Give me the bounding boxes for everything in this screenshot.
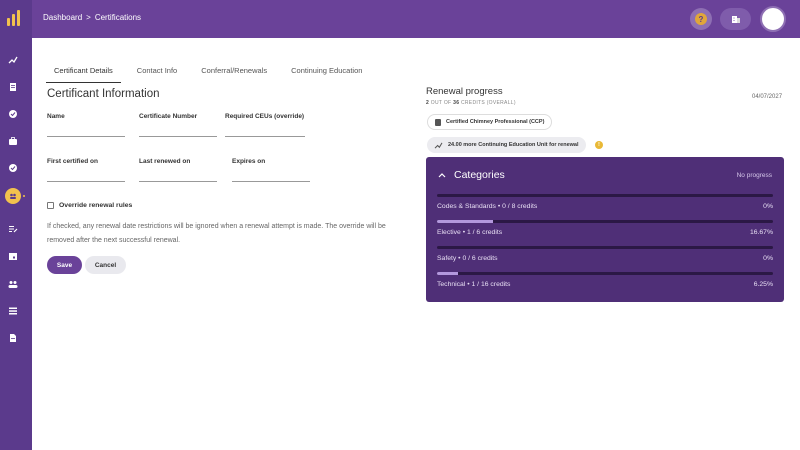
building-icon	[731, 16, 740, 23]
briefcase-icon[interactable]	[5, 133, 21, 149]
progress-track	[437, 246, 773, 249]
category-label: Safety • 0 / 6 credits	[437, 255, 498, 262]
expires-label: Expires on	[232, 158, 266, 165]
organization-button[interactable]	[720, 8, 751, 30]
category-label: Elective • 1 / 6 credits	[437, 229, 503, 236]
certificate-number-field[interactable]: Certificate Number	[139, 113, 217, 137]
progress-fill	[437, 220, 493, 223]
top-bar: Dashboard > Certifications ?	[32, 0, 800, 38]
breadcrumb-dashboard[interactable]: Dashboard	[43, 13, 82, 22]
tab-continuing-education[interactable]: Continuing Education	[283, 64, 370, 83]
cancel-button[interactable]: Cancel	[85, 256, 126, 274]
last-renewed-field[interactable]: Last renewed on	[139, 158, 217, 182]
tab-contact-info[interactable]: Contact Info	[129, 64, 185, 83]
breadcrumb-current: Certifications	[94, 13, 142, 22]
sidebar	[0, 0, 32, 450]
chevron-up-icon[interactable]	[438, 172, 446, 178]
category-percent: 0%	[763, 203, 773, 210]
certificate-icon	[435, 118, 441, 126]
group-icon[interactable]	[5, 188, 21, 204]
category-credits: 0 / 8 credits	[502, 203, 538, 210]
logo-icon[interactable]	[7, 10, 25, 26]
category-name: Elective	[437, 229, 461, 236]
trend-icon[interactable]	[5, 52, 21, 68]
credits-suffix: CREDITS (OVERALL)	[460, 100, 516, 106]
credits-mid: OUT OF	[430, 100, 452, 106]
name-field[interactable]: Name	[47, 113, 125, 137]
file-icon[interactable]	[5, 330, 21, 346]
active-indicator	[23, 195, 25, 197]
credits-needed-chip: 24.00 more Continuing Education Unit for…	[427, 137, 586, 153]
override-label[interactable]: Override renewal rules	[59, 202, 132, 209]
tab-certificant-details[interactable]: Certificant Details	[46, 64, 121, 83]
section-title: Certificant Information	[47, 88, 160, 100]
breadcrumb-separator: >	[86, 13, 91, 22]
last-renewed-label: Last renewed on	[139, 158, 191, 165]
renewal-credits-summary: 2 OUT OF 36 CREDITS (OVERALL)	[426, 100, 516, 106]
avatar[interactable]	[760, 6, 786, 32]
first-certified-field[interactable]: First certified on	[47, 158, 125, 182]
progress-track	[437, 194, 773, 197]
name-label: Name	[47, 113, 65, 120]
warning-icon[interactable]: !	[595, 141, 603, 149]
breadcrumb: Dashboard > Certifications	[43, 13, 141, 22]
category-credits: 1 / 6 credits	[466, 229, 503, 236]
people-icon[interactable]	[5, 276, 21, 292]
document-icon[interactable]	[5, 79, 21, 95]
categories-title: Categories	[454, 169, 505, 181]
category-row: Technical • 1 / 16 credits 6.25%	[437, 272, 773, 298]
override-row: Override renewal rules	[47, 202, 132, 209]
category-label: Codes & Standards • 0 / 8 credits	[437, 203, 538, 210]
required-ceus-label: Required CEUs (override)	[225, 113, 305, 120]
category-percent: 6.25%	[753, 281, 773, 288]
category-name: Codes & Standards	[437, 203, 496, 210]
checklist-icon[interactable]	[5, 160, 21, 176]
certification-chip[interactable]: Certified Chimney Professional (CCP)	[427, 114, 553, 130]
category-label: Technical • 1 / 16 credits	[437, 281, 511, 288]
first-certified-label: First certified on	[47, 158, 98, 165]
certification-name: Certified Chimney Professional (CCP)	[446, 119, 545, 125]
credits-earned: 2	[426, 100, 430, 106]
credits-total: 36	[453, 100, 460, 106]
edit-list-icon[interactable]	[5, 221, 21, 237]
categories-header[interactable]: Categories	[438, 169, 505, 181]
category-row: Elective • 1 / 6 credits 16.67%	[437, 220, 773, 246]
category-credits: 0 / 6 credits	[462, 255, 498, 262]
credits-needed-text: 24.00 more Continuing Education Unit for…	[448, 142, 579, 148]
progress-fill	[437, 272, 458, 275]
renewal-title: Renewal progress	[426, 86, 503, 97]
categories-status: No progress	[736, 172, 772, 179]
progress-track	[437, 272, 773, 275]
tab-conferral-renewals[interactable]: Conferral/Renewals	[193, 64, 275, 83]
trend-icon	[434, 142, 443, 148]
category-percent: 0%	[763, 255, 773, 262]
category-percent: 16.67%	[749, 229, 773, 236]
category-credits: 1 / 16 credits	[471, 281, 511, 288]
override-checkbox[interactable]	[47, 202, 54, 209]
calendar-icon[interactable]	[5, 248, 21, 264]
category-name: Safety	[437, 255, 457, 262]
category-row: Codes & Standards • 0 / 8 credits 0%	[437, 194, 773, 220]
help-icon: ?	[695, 13, 707, 25]
badge-icon[interactable]	[5, 106, 21, 122]
category-name: Technical	[437, 281, 466, 288]
categories-card: Categories No progress Codes & Standards…	[426, 157, 784, 302]
list-icon[interactable]	[5, 303, 21, 319]
override-help-text: If checked, any renewal date restriction…	[47, 223, 386, 244]
category-row: Safety • 0 / 6 credits 0%	[437, 246, 773, 272]
renewal-date: 04/07/2027	[752, 94, 783, 100]
expires-field[interactable]: Expires on	[232, 158, 310, 182]
progress-track	[437, 220, 773, 223]
tab-bar: Certificant Details Contact Info Conferr…	[46, 64, 378, 83]
required-ceus-field[interactable]: Required CEUs (override)	[225, 113, 305, 137]
certificate-number-label: Certificate Number	[139, 113, 198, 120]
save-button[interactable]: Save	[47, 256, 82, 274]
help-button[interactable]: ?	[690, 8, 712, 30]
